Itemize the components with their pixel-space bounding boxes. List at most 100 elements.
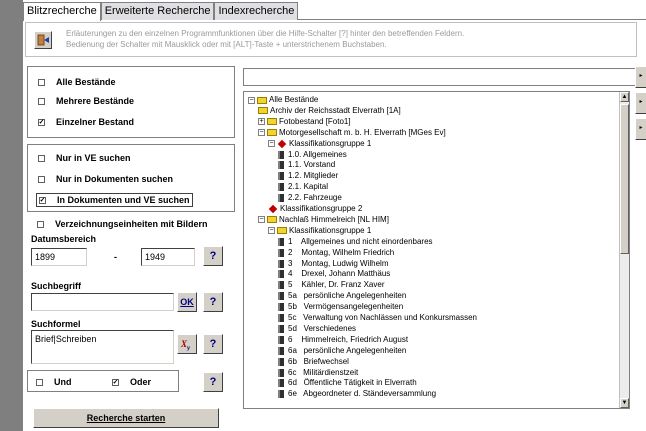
document-icon bbox=[278, 270, 284, 279]
document-icon bbox=[278, 346, 284, 355]
help-button-logic[interactable]: ? bbox=[203, 372, 223, 392]
tree-item[interactable]: − Motorgesellschaft m. b. H. Elverrath [M… bbox=[258, 128, 446, 138]
tree-item[interactable]: 5c Verwaltung von Nachlässen und Konkurs… bbox=[278, 313, 477, 323]
tree-item-label: 2.1. Kapital bbox=[288, 182, 329, 192]
checkbox-nur-dokumente[interactable] bbox=[38, 175, 45, 183]
suchformel-input[interactable]: Brief|Schreiben bbox=[31, 330, 174, 364]
tree-item-label: Klassifikationsgruppe 2 bbox=[280, 204, 363, 213]
checkbox-alle-bestaende[interactable] bbox=[38, 78, 45, 86]
tree-item[interactable]: 5 Kähler, Dr. Franz Xaver bbox=[278, 280, 384, 290]
clear-formula-button[interactable]: X y bbox=[177, 334, 197, 354]
option-oder[interactable]: ✓ Oder bbox=[112, 377, 151, 387]
tab-bar-filler bbox=[298, 2, 646, 20]
datumsbereich-title: Datumsbereich bbox=[31, 234, 97, 244]
date-from-field[interactable]: 1899 bbox=[31, 248, 87, 266]
expand-icon[interactable]: + bbox=[258, 118, 265, 126]
tree-item[interactable]: − Klassifikationsgruppe 1 bbox=[268, 139, 371, 149]
suchbegriff-input[interactable] bbox=[31, 293, 174, 311]
tree-item[interactable]: 1.2. Mitglieder bbox=[278, 171, 338, 181]
collapse-icon[interactable]: − bbox=[268, 140, 275, 148]
document-icon bbox=[278, 150, 284, 159]
tree-item[interactable]: 3 Montag, Ludwig Wilhelm bbox=[278, 259, 389, 269]
option-alle-bestaende[interactable]: Alle Bestände bbox=[38, 77, 116, 87]
tree-item[interactable]: 6 Himmelreich, Friedrich August bbox=[278, 335, 408, 345]
collapse-icon[interactable]: − bbox=[258, 129, 265, 137]
tree-item-label: 6b Briefwechsel bbox=[288, 356, 349, 366]
option-dokumente-und-ve[interactable]: ✓ In Dokumenten und VE suchen bbox=[36, 193, 193, 207]
bestand-group: Alle Bestände Mehrere Bestände ✓ Einzeln… bbox=[27, 66, 235, 138]
tree-item[interactable]: 2.2. Fahrzeuge bbox=[278, 193, 342, 203]
option-label: Alle Bestände bbox=[56, 77, 116, 87]
tree-item[interactable]: + Fotobestand [Foto1] bbox=[258, 117, 351, 127]
checkbox-nur-ve[interactable] bbox=[38, 154, 45, 162]
tree-item[interactable]: 5d Verschiedenes bbox=[278, 324, 356, 334]
folder-icon bbox=[267, 118, 277, 126]
tree-item-label: Motorgesellschaft m. b. H. Elverrath [MG… bbox=[279, 127, 446, 137]
tab-indexrecherche[interactable]: Indexrecherche bbox=[214, 2, 299, 20]
tree-item[interactable]: 6e Abgeordneter d. Ständeversammlung bbox=[278, 389, 436, 399]
scroll-thumb[interactable] bbox=[620, 104, 629, 254]
info-line-2: Bedienung der Schalter mit Mausklick ode… bbox=[66, 40, 387, 49]
option-label: Und bbox=[54, 377, 72, 387]
document-icon bbox=[278, 259, 284, 268]
tree-item-label: Alle Bestände bbox=[269, 95, 319, 104]
tab-blitzrecherche[interactable]: Blitzrecherche bbox=[23, 2, 101, 21]
option-und[interactable]: Und bbox=[36, 377, 72, 387]
checkbox-oder[interactable]: ✓ bbox=[112, 378, 119, 386]
tree-item[interactable]: − Klassifikationsgruppe 1 bbox=[268, 226, 371, 236]
date-to-field[interactable]: 1949 bbox=[141, 248, 195, 266]
tree-item[interactable]: 5a persönliche Angelegenheiten bbox=[278, 291, 406, 301]
tree-item[interactable]: − Nachlaß Himmelreich [NL HIM] bbox=[258, 215, 389, 225]
side-button-3[interactable]: ▸ bbox=[635, 118, 646, 140]
tree-item[interactable]: 6b Briefwechsel bbox=[278, 357, 349, 367]
side-button-1[interactable]: ▸ bbox=[635, 66, 646, 88]
tree-item[interactable]: 2 Montag, Wilhelm Friedrich bbox=[278, 248, 394, 258]
document-icon bbox=[278, 357, 284, 366]
tree-item[interactable]: 6c Militärdienstzeit bbox=[278, 368, 358, 378]
tree-item[interactable]: 5b Vermögensangelegenheiten bbox=[278, 302, 403, 312]
tree-scrollbar[interactable]: ▲ ▼ bbox=[619, 92, 629, 408]
document-icon bbox=[278, 314, 284, 322]
tree-item[interactable]: 6a persönliche Angelegenheiten bbox=[278, 346, 406, 356]
tree-item[interactable]: − Alle Bestände bbox=[248, 95, 318, 105]
start-search-button[interactable]: Recherche starten bbox=[33, 408, 219, 428]
collapse-icon[interactable]: − bbox=[258, 216, 265, 224]
checkbox-und[interactable] bbox=[36, 378, 43, 386]
side-button-2[interactable]: ▸ bbox=[635, 92, 646, 114]
option-nur-dokumente[interactable]: Nur in Dokumenten suchen bbox=[38, 174, 173, 184]
bestand-select-field[interactable] bbox=[243, 68, 643, 86]
checkbox-einzelner-bestand[interactable]: ✓ bbox=[38, 118, 45, 126]
help-button-datum[interactable]: ? bbox=[203, 246, 223, 266]
scroll-up-arrow[interactable]: ▲ bbox=[620, 92, 629, 102]
tree-item[interactable]: 6d Öffentliche Tätigkeit in Elverrath bbox=[278, 378, 417, 388]
checkbox-ve-mit-bildern[interactable] bbox=[37, 220, 44, 228]
scroll-down-arrow[interactable]: ▼ bbox=[620, 398, 629, 408]
tree-item-label: Fotobestand [Foto1] bbox=[279, 116, 351, 126]
option-mehrere-bestaende[interactable]: Mehrere Bestände bbox=[38, 96, 134, 106]
tree-item[interactable]: Archiv der Reichsstadt Elverrath [1A] bbox=[258, 106, 401, 116]
checkbox-mehrere-bestaende[interactable] bbox=[38, 97, 45, 105]
tree-item[interactable]: 2.1. Kapital bbox=[278, 182, 328, 192]
checkbox-dokumente-und-ve[interactable]: ✓ bbox=[39, 196, 46, 204]
option-ve-mit-bildern[interactable]: Verzeichnungseinheiten mit Bildern bbox=[37, 219, 208, 229]
option-einzelner-bestand[interactable]: ✓ Einzelner Bestand bbox=[38, 117, 134, 127]
tree-item-label: 1 Allgemeines und nicht einordenbares bbox=[288, 236, 433, 246]
tree-item[interactable]: 1.1. Vorstand bbox=[278, 160, 335, 170]
tree-item[interactable]: 4 Drexel, Johann Matthäus bbox=[278, 269, 390, 279]
folder-open-icon bbox=[267, 216, 277, 224]
ok-button[interactable]: OK bbox=[177, 292, 197, 312]
document-icon bbox=[278, 183, 284, 192]
help-button-suchbegriff[interactable]: ? bbox=[203, 292, 223, 312]
info-text: Erläuterungen zu den einzelnen Programmf… bbox=[66, 28, 626, 50]
option-nur-ve[interactable]: Nur in VE suchen bbox=[38, 153, 131, 163]
tree-item[interactable]: 1 Allgemeines und nicht einordenbares bbox=[278, 237, 433, 247]
tab-erweiterte-recherche[interactable]: Erweiterte Recherche bbox=[100, 2, 215, 20]
option-label: Mehrere Bestände bbox=[56, 96, 135, 106]
help-button-suchformel[interactable]: ? bbox=[203, 334, 223, 354]
exit-button[interactable] bbox=[34, 31, 52, 49]
bestand-tree[interactable]: − Alle Bestände Archiv der Reichsstadt Elv… bbox=[243, 91, 630, 409]
collapse-icon[interactable]: − bbox=[248, 96, 255, 104]
tree-item[interactable]: Klassifikationsgruppe 2 bbox=[268, 204, 362, 214]
collapse-icon[interactable]: − bbox=[268, 227, 275, 235]
tree-item[interactable]: 1.0. Allgemeines bbox=[278, 150, 347, 160]
